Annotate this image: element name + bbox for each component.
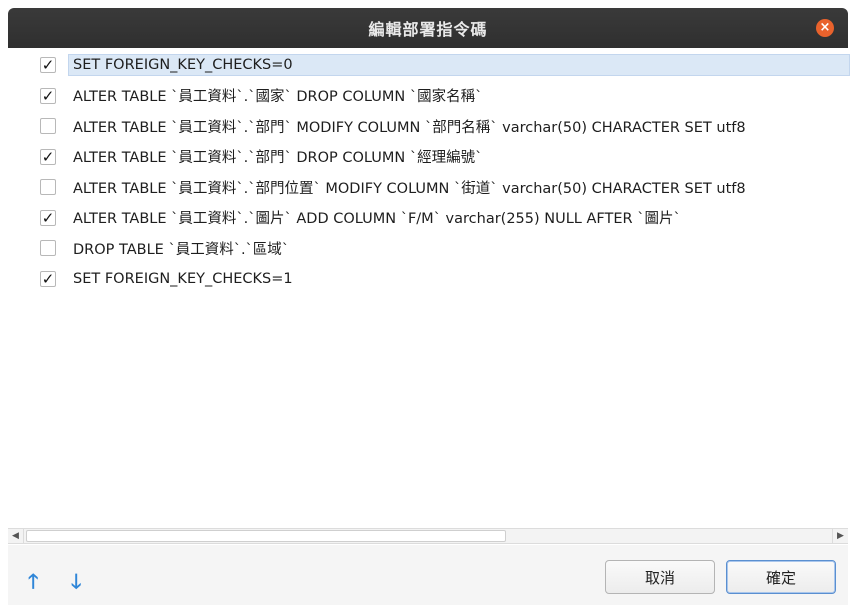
statement-checkbox[interactable]: ✓	[40, 209, 56, 226]
statement-checkbox[interactable]	[40, 240, 56, 257]
statement-row[interactable]: DROP TABLE `員工資料`.`區域`	[30, 233, 850, 264]
arrow-down-icon[interactable]: 🡓	[71, 567, 81, 601]
ok-button[interactable]: 確定	[726, 560, 836, 594]
statement-text: SET FOREIGN_KEY_CHECKS=1	[73, 270, 293, 287]
horizontal-scrollbar[interactable]: ◀ ▶	[8, 528, 848, 544]
close-icon[interactable]: ×	[816, 19, 834, 37]
statement-text: DROP TABLE `員工資料`.`區域`	[73, 241, 290, 258]
arrow-up-icon[interactable]: 🡑	[28, 567, 38, 601]
statement-checkbox[interactable]	[40, 179, 56, 196]
statement-row[interactable]: ✓ ALTER TABLE `員工資料`.`國家` DROP COLUMN `國家…	[30, 81, 850, 112]
statement-checkbox[interactable]: ✓	[40, 148, 56, 165]
scroll-right-icon[interactable]: ▶	[832, 529, 848, 543]
statement-text: ALTER TABLE `員工資料`.`部門` MODIFY COLUMN `部…	[73, 119, 746, 136]
statement-list[interactable]: ✓ SET FOREIGN_KEY_CHECKS=0 ✓ ALTER TABLE `員…	[30, 50, 850, 525]
statement-row[interactable]: ✓ ALTER TABLE `員工資料`.`圖片` ADD COLUMN `F/M…	[30, 203, 850, 234]
statement-text: ALTER TABLE `員工資料`.`國家` DROP COLUMN `國家名…	[73, 89, 483, 106]
statement-checkbox[interactable]: ✓	[40, 57, 56, 74]
statement-text: SET FOREIGN_KEY_CHECKS=0	[68, 54, 850, 77]
statement-row[interactable]: ALTER TABLE `員工資料`.`部門` MODIFY COLUMN `部…	[30, 111, 850, 142]
statement-checkbox[interactable]: ✓	[40, 87, 56, 104]
statement-row[interactable]: ✓ SET FOREIGN_KEY_CHECKS=0	[30, 50, 850, 81]
title-bar: 編輯部署指令碼 ×	[8, 8, 848, 48]
scroll-left-icon[interactable]: ◀	[8, 529, 24, 543]
statement-text: ALTER TABLE `員工資料`.`圖片` ADD COLUMN `F/M`…	[73, 211, 681, 228]
statement-row[interactable]: ALTER TABLE `員工資料`.`部門位置` MODIFY COLUMN …	[30, 172, 850, 203]
dialog-footer: 🡑 🡓 取消 確定	[8, 545, 848, 605]
statement-text: ALTER TABLE `員工資料`.`部門位置` MODIFY COLUMN …	[73, 180, 746, 197]
window-title: 編輯部署指令碼	[368, 20, 488, 39]
statement-checkbox[interactable]: ✓	[40, 270, 56, 287]
statement-text: ALTER TABLE `員工資料`.`部門` DROP COLUMN `經理編…	[73, 150, 483, 167]
cancel-button[interactable]: 取消	[605, 560, 715, 594]
statement-checkbox[interactable]	[40, 118, 56, 135]
scrollbar-thumb[interactable]	[26, 530, 506, 542]
statement-row[interactable]: ✓ ALTER TABLE `員工資料`.`部門` DROP COLUMN `經理…	[30, 142, 850, 173]
statement-row[interactable]: ✓ SET FOREIGN_KEY_CHECKS=1	[30, 264, 850, 295]
